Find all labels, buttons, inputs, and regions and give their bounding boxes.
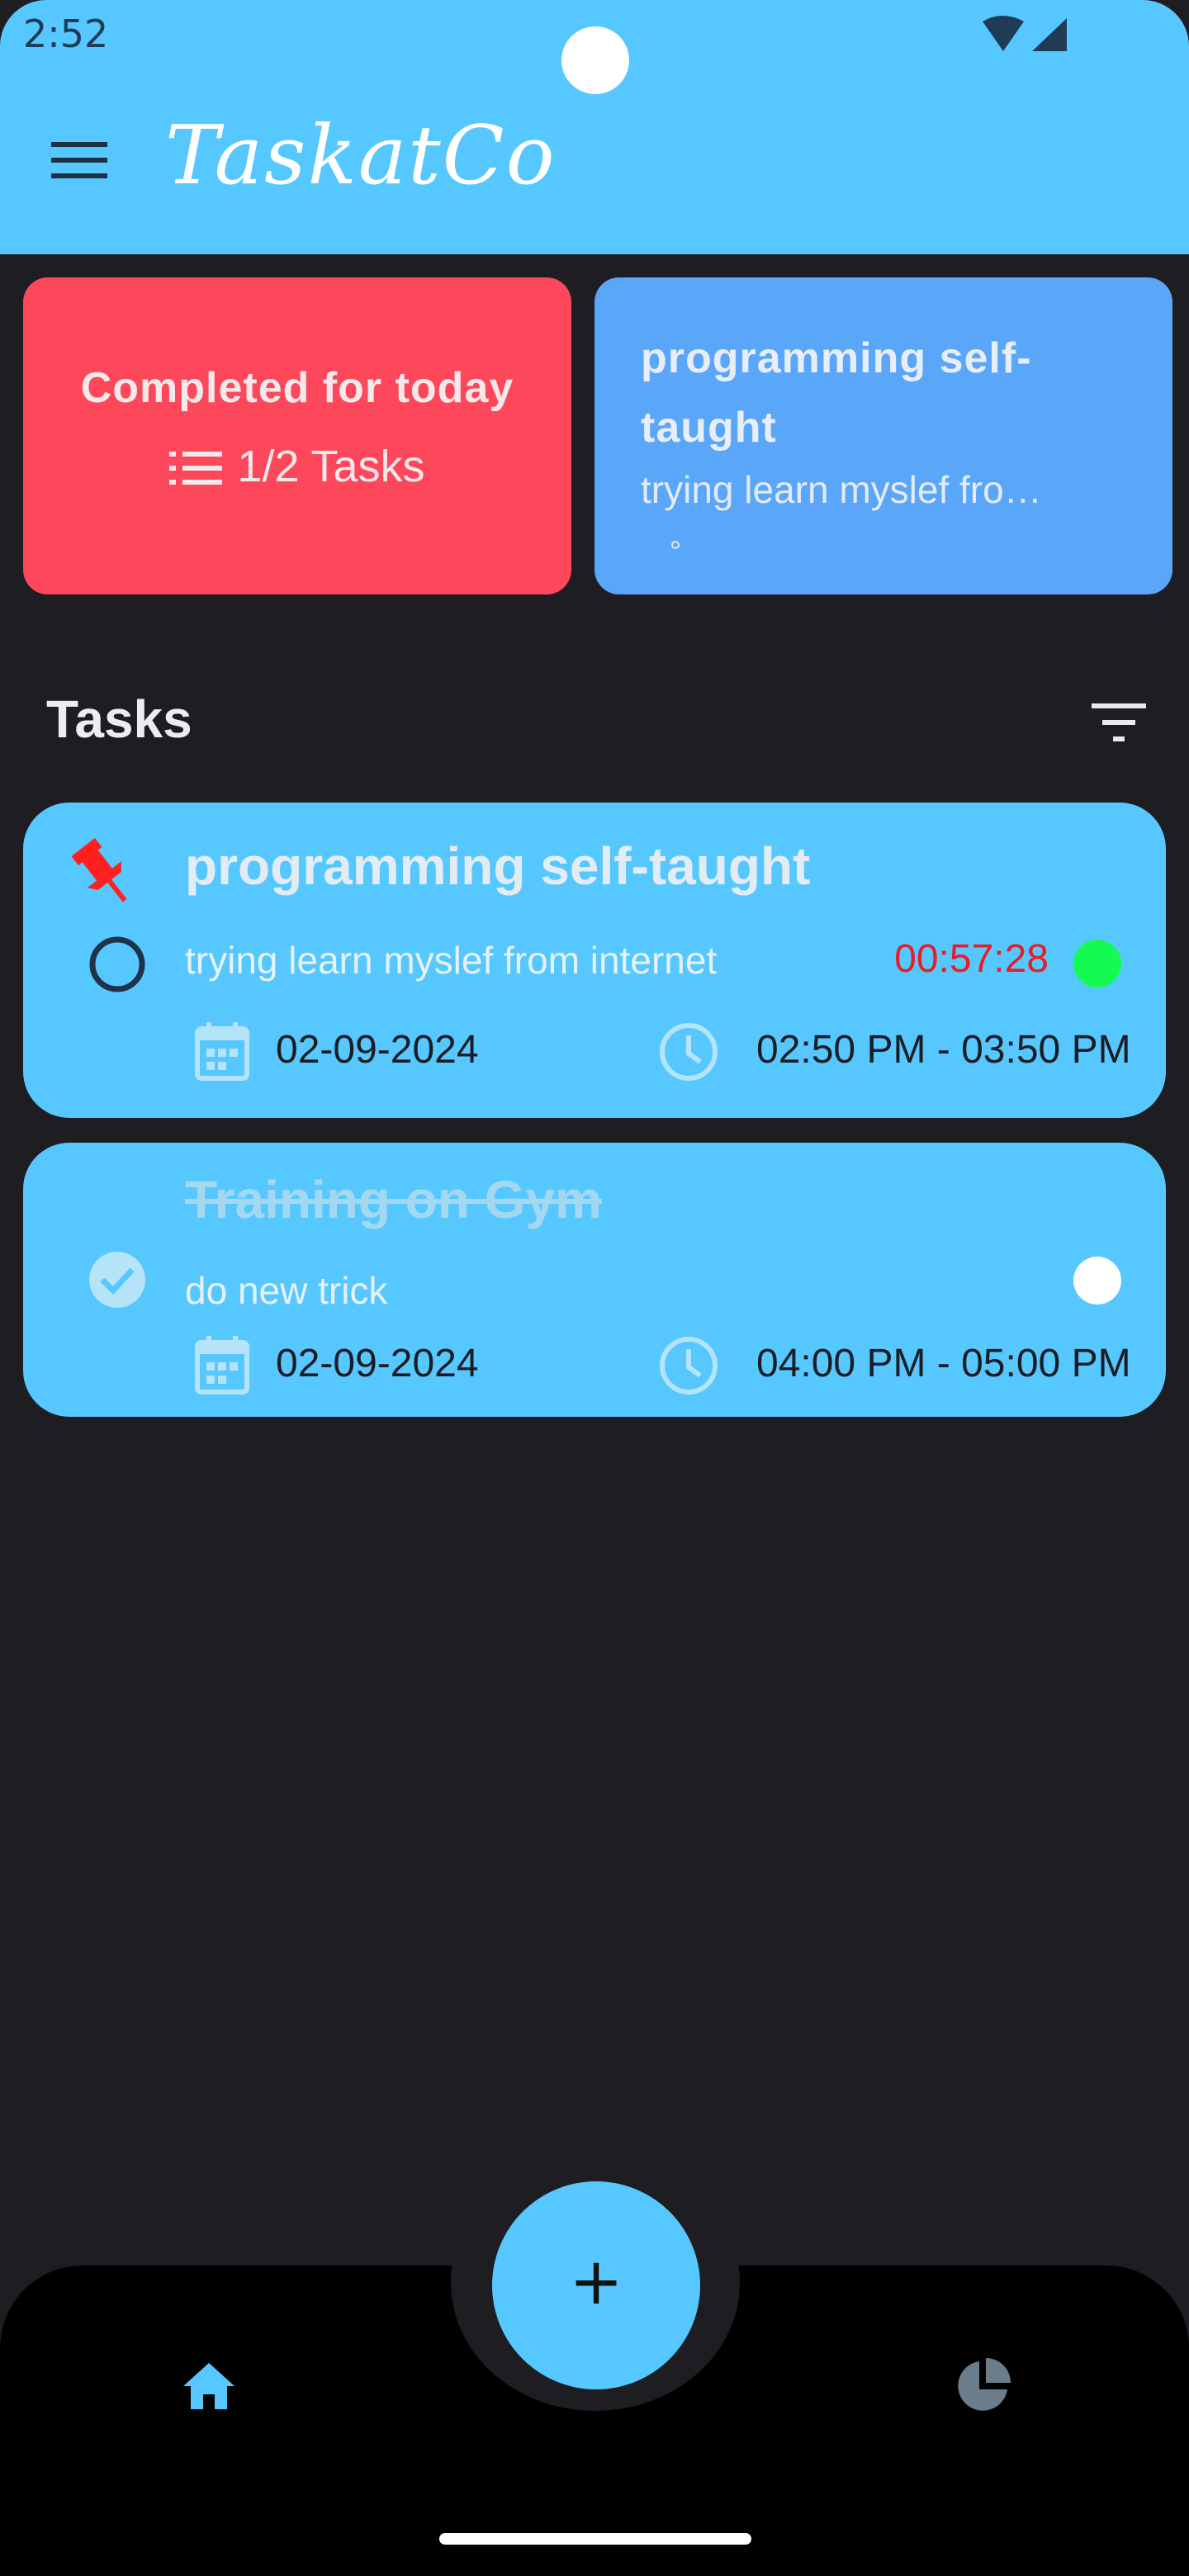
page-indicator-dot: [671, 541, 680, 549]
current-task-card[interactable]: programming self-taught trying learn mys…: [594, 277, 1172, 594]
task-card[interactable]: Training on Gym do new trick 02-09-2024 …: [23, 1143, 1166, 1417]
task-time-text: 02:50 PM - 03:50 PM: [756, 1028, 1131, 1072]
task-time-text: 04:00 PM - 05:00 PM: [756, 1342, 1131, 1385]
calendar-icon: [195, 1336, 249, 1395]
clock-icon: [660, 1023, 718, 1081]
pin-icon: [71, 837, 127, 902]
completed-title: Completed for today: [80, 364, 514, 412]
task-date-text: 02-09-2024: [276, 1028, 479, 1072]
clock-icon: [660, 1337, 718, 1395]
task-description: trying learn myslef from internet: [185, 939, 718, 982]
status-icons: [983, 16, 1067, 51]
completed-today-card[interactable]: Completed for today 1/2 Tasks: [23, 277, 571, 594]
menu-icon[interactable]: [51, 139, 107, 182]
completed-check-icon[interactable]: [84, 1247, 150, 1313]
uncompleted-circle-icon[interactable]: [84, 931, 150, 997]
task-date-text: 02-09-2024: [276, 1342, 479, 1385]
task-description: do new trick: [185, 1269, 388, 1312]
current-task-desc: trying learn myslef fro…: [641, 468, 1042, 511]
wifi-icon: [983, 16, 1024, 51]
completed-count: 1/2 Tasks: [23, 441, 571, 492]
tasks-heading: Tasks: [46, 689, 192, 749]
status-dot: [1073, 1257, 1121, 1305]
task-title: programming self-taught: [185, 836, 811, 896]
home-indicator[interactable]: [439, 2533, 751, 2545]
list-icon: [169, 452, 223, 485]
status-dot: [1073, 940, 1121, 987]
app-title: TaskatCo: [165, 109, 557, 203]
task-card[interactable]: programming self-taught trying learn mys…: [23, 803, 1166, 1118]
add-task-button[interactable]: +: [492, 2181, 700, 2389]
completed-count-text: 1/2 Tasks: [237, 442, 425, 491]
task-title: Training on Gym: [185, 1170, 602, 1229]
camera-cutout: [561, 26, 629, 94]
task-timer: 00:57:28: [894, 937, 1049, 981]
status-time: 2:52: [23, 12, 109, 56]
app-bar: 2:52 TaskatCo: [0, 0, 1189, 254]
home-icon[interactable]: [182, 2361, 236, 2411]
calendar-icon: [195, 1022, 249, 1081]
cellular-icon: [1032, 18, 1067, 51]
pie-chart-icon[interactable]: [955, 2358, 1011, 2414]
filter-icon[interactable]: [1092, 702, 1146, 743]
current-task-title: programming self-taught: [641, 334, 1032, 452]
